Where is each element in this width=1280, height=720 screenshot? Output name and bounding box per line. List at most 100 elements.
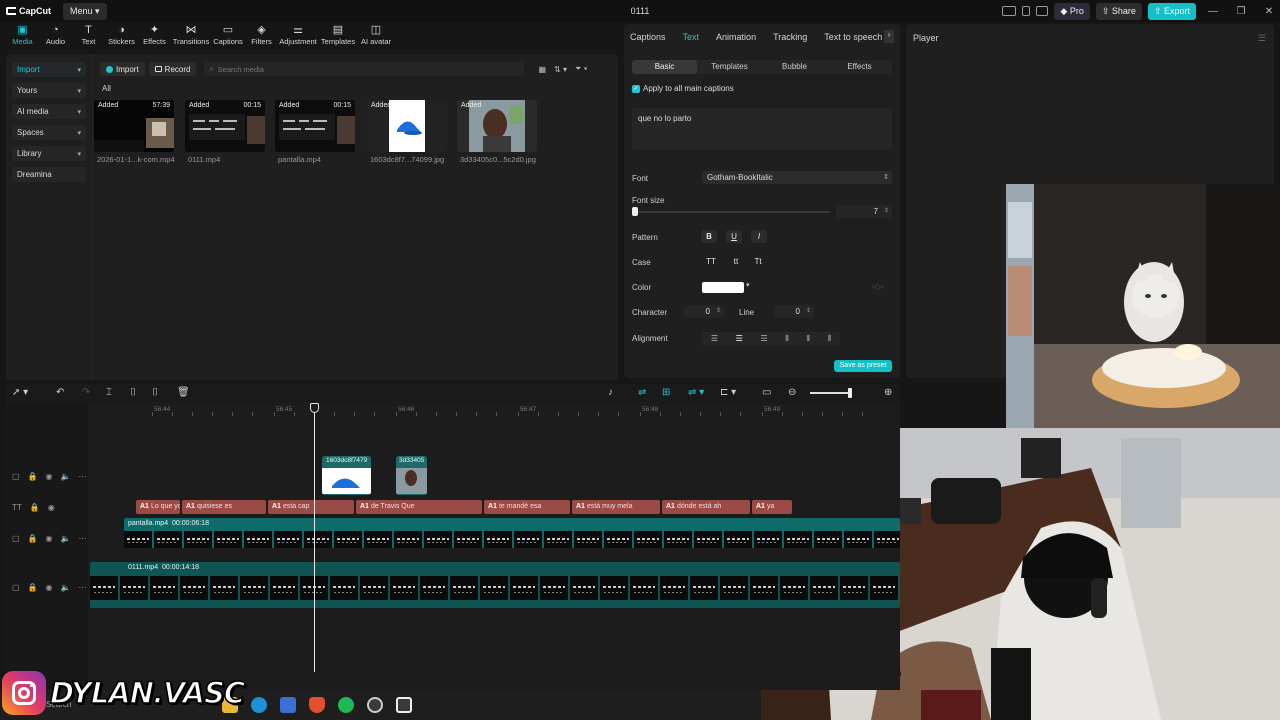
line-spacing-input[interactable]: 0 ⇕ — [774, 305, 814, 318]
underline-button[interactable]: U — [726, 230, 742, 243]
visibility-icon[interactable]: ◉ — [46, 472, 53, 481]
player-menu-icon[interactable]: ☰ — [1258, 33, 1266, 44]
menu-button[interactable]: Menu ▾ — [63, 2, 107, 20]
tool-media[interactable]: ▣ Media — [6, 24, 39, 50]
image-clip-2[interactable]: 3d33405 — [396, 456, 427, 495]
media-thumb-1[interactable]: Added 57:39 — [94, 100, 174, 152]
zoom-slider[interactable] — [810, 392, 850, 394]
obs-icon[interactable] — [367, 697, 383, 713]
tool-adjustment[interactable]: ⚌ Adjustment — [278, 24, 318, 50]
media-thumb-4[interactable]: Added — [367, 100, 447, 152]
tab-captions[interactable]: Captions — [630, 32, 666, 42]
tab-animation[interactable]: Animation — [716, 32, 756, 42]
lock-icon[interactable]: 🔒 — [28, 534, 38, 543]
playhead[interactable] — [314, 404, 315, 672]
keyframe-icon[interactable]: ‹◇› — [872, 282, 883, 291]
caption-text-field[interactable]: que no lo parto — [632, 108, 892, 150]
tool-stickers[interactable]: ◑ Stickers — [105, 24, 138, 50]
export-button[interactable]: ⇧ Export — [1147, 2, 1196, 20]
bold-button[interactable]: B — [701, 230, 717, 243]
tabs-scroll-right-icon[interactable]: › — [884, 30, 894, 43]
sidebar-item-yours[interactable]: Yours ▾ — [12, 83, 86, 98]
zoom-out-icon[interactable]: ⊖ — [788, 387, 796, 398]
media-thumb-2[interactable]: Added 00:15 — [185, 100, 265, 152]
tool-templates[interactable]: ▤ Templates — [318, 24, 358, 50]
caption-clip[interactable]: A1 quisiese es — [182, 500, 266, 514]
more-icon[interactable]: ⋯ — [78, 534, 86, 543]
tool-transitions[interactable]: ⋈ Transitions — [171, 24, 211, 50]
font-size-slider-handle[interactable] — [632, 207, 638, 216]
lock-icon[interactable]: 🔒 — [28, 472, 38, 481]
shortcut-icon[interactable] — [1036, 6, 1049, 16]
align-vertical-bottom-icon[interactable]: ⦀ — [828, 334, 832, 344]
visibility-icon[interactable]: ◉ — [46, 534, 53, 543]
more-icon[interactable]: ⋯ — [78, 472, 86, 481]
subtab-basic[interactable]: Basic — [632, 60, 697, 74]
sort-icon[interactable]: ⇅ ▾ — [554, 65, 567, 74]
caption-clip[interactable]: A1 Lo que yo — [136, 500, 180, 514]
audio-icon[interactable]: 🔈 — [61, 534, 71, 543]
playhead-handle[interactable] — [310, 403, 319, 413]
audio-icon[interactable]: 🔈 — [61, 472, 71, 481]
lock-icon[interactable]: 🔒 — [28, 583, 38, 592]
subtab-bubble[interactable]: Bubble — [762, 60, 827, 74]
pro-button[interactable]: ◆ Pro — [1054, 2, 1090, 20]
maximize-icon[interactable]: ❐ — [1230, 6, 1252, 17]
trim-right-icon[interactable]: ⌷ — [152, 387, 158, 398]
view-toggle-icon[interactable]: ▦ — [538, 65, 546, 74]
tab-tracking[interactable]: Tracking — [773, 32, 807, 42]
split-icon[interactable]: ⌶ — [106, 387, 112, 398]
microphone-icon[interactable]: ♪ — [608, 387, 613, 398]
tool-audio[interactable]: ◔ Audio — [39, 24, 72, 50]
sidebar-item-library[interactable]: Library ▾ — [12, 146, 86, 161]
record-button[interactable]: Record — [148, 62, 197, 76]
visibility-icon[interactable]: ◉ — [48, 503, 55, 512]
sidebar-item-spaces[interactable]: Spaces ▾ — [12, 125, 86, 140]
undo-icon[interactable]: ↶ — [56, 387, 64, 398]
image-clip-1[interactable]: 1603dc8f7479 — [322, 456, 371, 495]
zoom-in-icon[interactable]: ⊕ — [884, 387, 892, 398]
filter-icon[interactable]: ⏷ ▾ — [575, 64, 588, 74]
italic-button[interactable]: I — [751, 230, 767, 243]
font-size-input[interactable]: 7 ⇕ — [836, 205, 892, 218]
tab-text[interactable]: Text — [683, 32, 700, 42]
sidebar-item-ai-media[interactable]: AI media ▾ — [12, 104, 86, 119]
caption-clip[interactable]: A1 te mandé esa — [484, 500, 570, 514]
tool-filters[interactable]: ◈ Filters — [245, 24, 278, 50]
spotify-icon[interactable] — [338, 697, 354, 713]
font-select[interactable]: Gotham-BookItalic ⇕ — [702, 171, 892, 184]
caption-clip[interactable]: A1 esta cap — [268, 500, 354, 514]
color-swatch[interactable] — [702, 282, 744, 293]
save-as-preset-button[interactable]: Save as preset — [834, 360, 892, 372]
align-vertical-top-icon[interactable]: ⦀ — [785, 334, 789, 344]
subtab-effects[interactable]: Effects — [827, 60, 892, 74]
link-icon[interactable]: ⇌ ▾ — [688, 387, 704, 398]
caption-clip[interactable]: A1 dónde está ah — [662, 500, 750, 514]
minimize-icon[interactable]: — — [1202, 6, 1224, 17]
caption-clip[interactable]: A1 de Travis Que — [356, 500, 482, 514]
edge-browser-icon[interactable] — [251, 697, 267, 713]
more-icon[interactable]: ⋯ — [78, 583, 86, 592]
brave-browser-icon[interactable] — [309, 697, 325, 713]
delete-icon[interactable]: 🗑 — [177, 387, 190, 398]
timeline-ruler[interactable]: 56:44 56:45 56:46 56:47 56:48 56:49 — [124, 402, 900, 416]
tool-effects[interactable]: ✦ Effects — [138, 24, 171, 50]
visibility-icon[interactable]: ◉ — [46, 583, 53, 592]
color-dropdown-icon[interactable]: ▾ — [746, 281, 750, 289]
lock-icon[interactable]: 🔒 — [30, 503, 40, 512]
close-icon[interactable]: ✕ — [1258, 6, 1280, 17]
media-thumb-5[interactable]: Added — [457, 100, 537, 152]
panel-toggle-icon[interactable] — [1022, 6, 1031, 16]
audio-icon[interactable]: 🔈 — [61, 583, 71, 592]
case-upper-button[interactable]: TT — [701, 255, 721, 268]
case-lower-button[interactable]: tt — [726, 255, 746, 268]
share-button[interactable]: ⇪ Share — [1095, 2, 1142, 20]
zoom-slider-handle[interactable] — [848, 388, 852, 398]
preview-axis-icon[interactable]: ⊏ ▾ — [720, 387, 736, 398]
trim-left-icon[interactable]: ⌷ — [130, 387, 136, 398]
redo-icon[interactable]: ↷ — [82, 387, 90, 398]
tool-text[interactable]: T Text — [72, 24, 105, 50]
store-icon[interactable] — [280, 697, 296, 713]
tab-text-to-speech[interactable]: Text to speech — [824, 32, 882, 42]
caption-clip[interactable]: A1 está muy mela — [572, 500, 660, 514]
